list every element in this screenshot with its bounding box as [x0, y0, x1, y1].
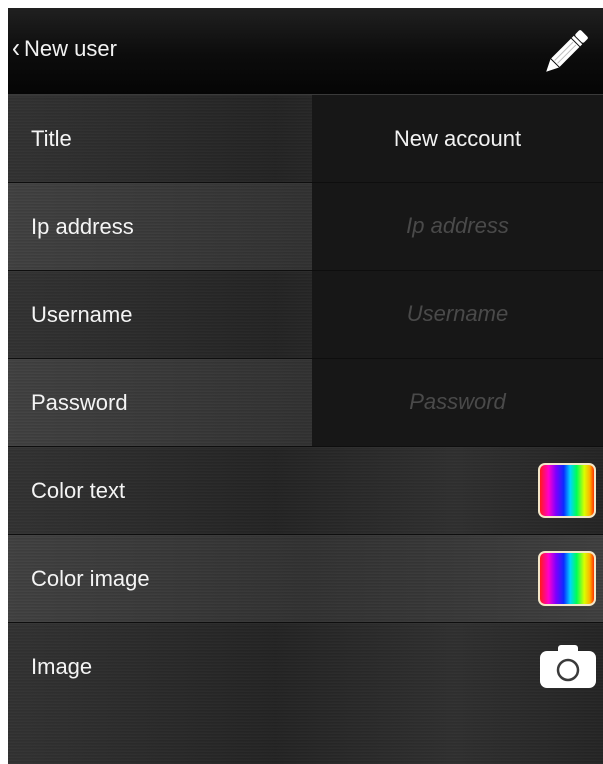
empty-area — [8, 705, 603, 764]
camera-button[interactable] — [537, 643, 599, 691]
settings-list: Title New account Ip address Username Pa… — [8, 95, 603, 711]
back-button-label: New user — [24, 36, 117, 61]
screen: ‹ New user Title New account Ip address … — [8, 8, 603, 764]
back-button[interactable]: ‹ New user — [12, 32, 117, 66]
username-row: Username — [8, 271, 603, 359]
camera-icon — [540, 645, 596, 688]
title-label: Title — [31, 125, 72, 151]
image-label: Image — [31, 653, 93, 679]
password-input[interactable] — [324, 379, 591, 425]
color-image-label: Color image — [31, 565, 150, 591]
color-image-row[interactable]: Color image — [8, 535, 603, 623]
color-text-row[interactable]: Color text — [8, 447, 603, 535]
color-text-swatch[interactable] — [538, 463, 596, 518]
image-row[interactable]: Image — [8, 623, 603, 711]
title-row[interactable]: Title New account — [8, 95, 603, 183]
navigation-bar: ‹ New user — [8, 8, 603, 95]
title-value[interactable]: New account — [312, 95, 603, 182]
ip-address-row: Ip address — [8, 183, 603, 271]
username-input[interactable] — [324, 291, 591, 337]
ip-address-input[interactable] — [324, 203, 591, 249]
password-row: Password — [8, 359, 603, 447]
pencil-icon — [546, 30, 588, 72]
color-image-swatch[interactable] — [538, 551, 596, 606]
edit-button[interactable] — [538, 22, 594, 82]
username-label: Username — [31, 301, 133, 327]
chevron-left-icon: ‹ — [12, 32, 20, 64]
password-label: Password — [31, 389, 128, 415]
color-text-label: Color text — [31, 477, 126, 503]
ip-address-label: Ip address — [31, 213, 134, 239]
